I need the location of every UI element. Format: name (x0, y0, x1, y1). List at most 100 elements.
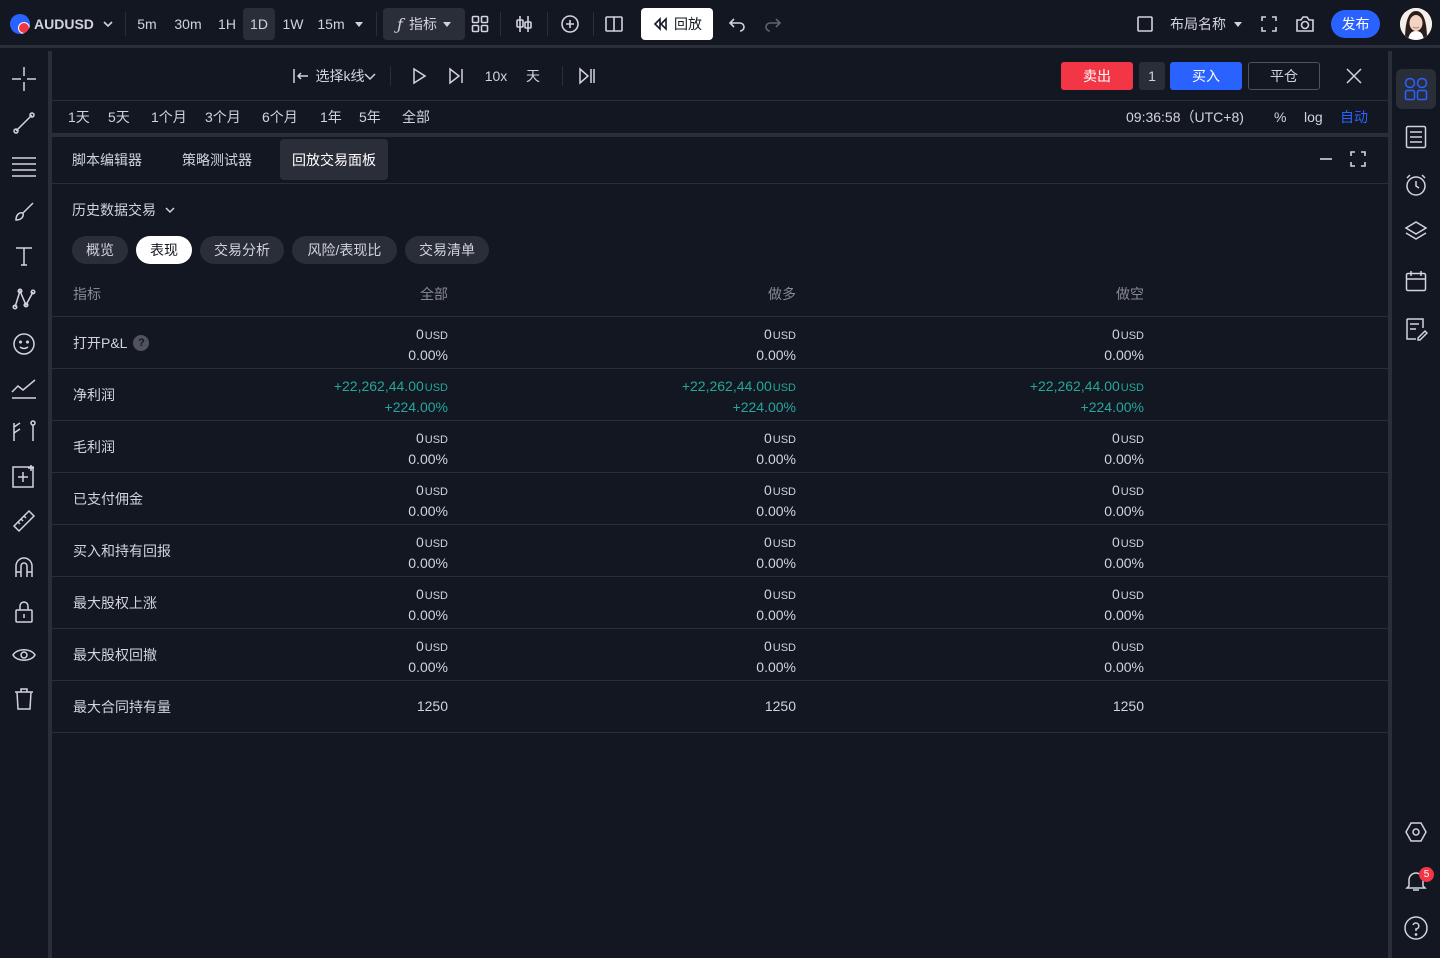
percent-toggle[interactable]: % (1274, 101, 1286, 133)
magnet-icon[interactable] (8, 551, 40, 583)
fullscreen-icon[interactable] (1258, 0, 1280, 48)
subtab-trade-list[interactable]: 交易清单 (405, 236, 489, 264)
lock-icon[interactable] (8, 596, 40, 628)
subtab-risk-ratio[interactable]: 风险/表现比 (292, 236, 397, 264)
row-label-max-contracts-held: 最大合同持有量 (73, 698, 171, 715)
range-6m[interactable]: 6个月 (262, 101, 298, 133)
timeframe-5m[interactable]: 5m (132, 0, 162, 48)
play-icon[interactable] (408, 51, 430, 101)
log-toggle[interactable]: log (1304, 101, 1323, 133)
widgets-icon[interactable] (1396, 69, 1436, 109)
tab-replay-trading-panel[interactable]: 回放交易面板 (280, 139, 388, 180)
subtab-trade-analysis[interactable]: 交易分析 (200, 236, 284, 264)
fib-levels-icon[interactable] (8, 151, 40, 183)
range-3m[interactable]: 3个月 (205, 101, 241, 133)
emoji-icon[interactable] (8, 328, 40, 360)
chevron-down-icon[interactable] (360, 51, 380, 101)
table-row: 毛利润 0USD 0.00% 0USD 0.00% 0USD 0.00% (52, 420, 1388, 472)
subtab-performance[interactable]: 表现 (136, 236, 192, 264)
indicators-button[interactable]: ƒ 指标 (383, 8, 465, 40)
close-position-button[interactable]: 平仓 (1248, 62, 1320, 90)
select-bar-icon (292, 67, 310, 85)
range-1d[interactable]: 1天 (68, 101, 90, 133)
timeframe-dropdown[interactable]: 15m (312, 0, 368, 48)
ruler-icon[interactable] (8, 505, 40, 537)
minimize-icon[interactable] (1314, 147, 1338, 171)
auto-toggle[interactable]: 自动 (1340, 101, 1368, 133)
checkbox-square-icon[interactable] (1134, 0, 1156, 48)
camera-icon[interactable] (1293, 0, 1317, 48)
jump-to-realtime-icon[interactable] (576, 51, 598, 101)
close-icon[interactable] (1342, 51, 1366, 101)
zoom-icon[interactable] (8, 460, 40, 492)
watchlist-icon[interactable] (1396, 117, 1436, 157)
forecast-icon[interactable] (8, 372, 40, 404)
eye-icon[interactable] (8, 639, 40, 671)
table-row: 打开P&L ? 0USD 0.00% 0USD 0.00% 0USD 0.00% (52, 316, 1388, 368)
sell-button[interactable]: 卖出 (1061, 62, 1133, 90)
timeframe-1w[interactable]: 1W (278, 0, 308, 48)
range-5y[interactable]: 5年 (359, 101, 381, 133)
range-1m[interactable]: 1个月 (151, 101, 187, 133)
layers-icon[interactable] (1396, 211, 1436, 251)
undo-icon[interactable] (725, 0, 749, 48)
maximize-icon[interactable] (1346, 147, 1370, 171)
trend-line-icon[interactable] (8, 107, 40, 139)
text-icon[interactable] (8, 240, 40, 272)
cell-short: 0USD 0.00% (1104, 430, 1144, 467)
brush-icon[interactable] (8, 196, 40, 228)
caret-down-icon (354, 21, 363, 27)
replay-label: 回放 (674, 16, 702, 32)
row-label-open-pnl: 打开P&L ? (73, 317, 150, 368)
templates-icon[interactable] (468, 0, 492, 48)
range-5d[interactable]: 5天 (108, 101, 130, 133)
range-all[interactable]: 全部 (402, 101, 430, 133)
trash-icon[interactable] (8, 683, 40, 715)
table-row: 最大股权上涨 0USD 0.00% 0USD 0.00% 0USD 0.00% (52, 576, 1388, 628)
cell-all: 0USD 0.00% (408, 586, 448, 623)
layout-name-dropdown[interactable]: 布局名称 (1166, 0, 1246, 48)
hexagon-icon[interactable] (1396, 812, 1436, 852)
cell-long: 0USD 0.00% (756, 586, 796, 623)
interval-selector[interactable]: 天 (522, 51, 544, 101)
add-alert-icon[interactable] (557, 0, 583, 48)
avatar[interactable] (1400, 8, 1432, 40)
measure-tools-icon[interactable] (8, 415, 40, 447)
speed-selector[interactable]: 10x (480, 51, 512, 101)
replay-button[interactable]: 回放 (641, 8, 713, 40)
crosshair-icon[interactable] (8, 63, 40, 95)
timeframe-1h[interactable]: 1H (213, 0, 241, 48)
help-icon[interactable] (1396, 908, 1436, 948)
timeframe-30m[interactable]: 30m (168, 0, 208, 48)
chevron-down-icon (102, 18, 114, 30)
publish-button[interactable]: 发布 (1331, 10, 1380, 38)
cell-long: 0USD 0.00% (756, 534, 796, 571)
symbol-selector[interactable]: AUDUSD (10, 0, 118, 48)
help-icon[interactable]: ? (133, 334, 150, 351)
timeframe-1d[interactable]: 1D (243, 8, 275, 40)
history-trading-label: 历史数据交易 (72, 202, 156, 218)
split-layout-icon[interactable] (601, 0, 627, 48)
clock-timezone[interactable]: 09:36:58（UTC+8) (1126, 101, 1244, 133)
notes-icon[interactable] (1396, 309, 1436, 349)
tab-script-editor[interactable]: 脚本编辑器 (62, 139, 152, 180)
quantity-input[interactable]: 1 (1139, 62, 1165, 90)
alarm-icon[interactable] (1396, 165, 1436, 205)
buy-button[interactable]: 买入 (1170, 62, 1242, 90)
pattern-icon[interactable] (8, 283, 40, 315)
range-1y[interactable]: 1年 (320, 101, 342, 133)
column-header-long: 做多 (768, 286, 796, 302)
tab-strategy-tester[interactable]: 策略测试器 (172, 139, 262, 180)
bell-icon[interactable]: 5 (1396, 861, 1436, 901)
cell-short: 0USD 0.00% (1104, 586, 1144, 623)
redo-icon[interactable] (761, 0, 785, 48)
compare-icon[interactable] (511, 0, 537, 48)
step-forward-icon[interactable] (445, 51, 467, 101)
history-trading-dropdown[interactable]: 历史数据交易 (72, 198, 176, 222)
cell-all: 1250 (416, 698, 448, 714)
caret-down-icon (442, 21, 451, 27)
drawing-toolbar (0, 51, 48, 958)
cell-short: +22,262,44.00USD +224.00% (1029, 378, 1144, 415)
subtab-overview[interactable]: 概览 (72, 236, 128, 264)
calendar-icon[interactable] (1396, 261, 1436, 301)
